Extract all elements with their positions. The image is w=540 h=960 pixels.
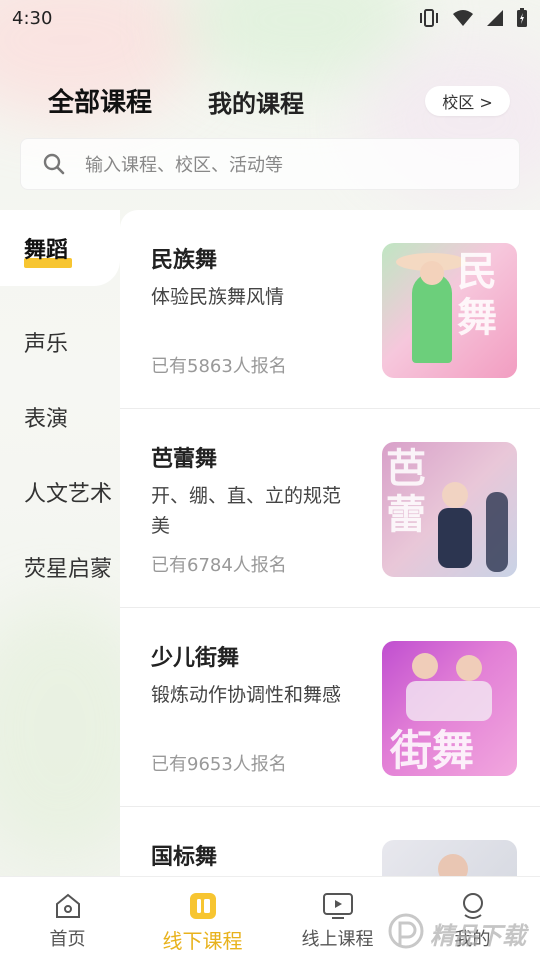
watermark-logo-icon [388, 913, 424, 949]
course-thumbnail: 民舞 [382, 243, 517, 378]
status-bar: 4:30 [0, 0, 540, 36]
course-card[interactable]: 芭蕾舞 开、绷、直、立的规范美 已有6784人报名 芭蕾 [120, 409, 540, 608]
category-sidebar: 舞蹈 声乐 表演 人文艺术 荧星启蒙 [0, 210, 120, 876]
course-card[interactable]: 少儿街舞 锻炼动作协调性和舞感 已有9653人报名 街舞 [120, 608, 540, 807]
course-card[interactable]: 国标舞 [120, 807, 540, 876]
course-desc: 开、绷、直、立的规范美 [151, 485, 342, 537]
nav-online-courses[interactable]: 线上课程 [270, 877, 405, 960]
top-tabs: 全部课程 我的课程 校区 > [0, 78, 540, 124]
sidebar-item-label: 舞蹈 [24, 238, 69, 263]
nav-label: 线下课程 [162, 929, 243, 953]
thumb-text: 芭蕾 [386, 446, 426, 538]
campus-button[interactable]: 校区 > [425, 86, 510, 116]
course-enroll-count: 已有5863人报名 [151, 356, 287, 377]
sidebar-item-humanities[interactable]: 人文艺术 [0, 476, 120, 508]
nav-label: 线上课程 [301, 929, 374, 950]
course-thumbnail: 街舞 [382, 641, 517, 776]
nav-label: 首页 [49, 929, 86, 950]
course-enroll-count: 已有9653人报名 [151, 754, 287, 775]
sidebar-item-vocal[interactable]: 声乐 [0, 326, 120, 358]
course-thumbnail: 芭蕾 [382, 442, 517, 577]
tab-my-courses[interactable]: 我的课程 [208, 84, 304, 119]
search-input[interactable]: 输入课程、校区、活动等 [20, 138, 520, 190]
course-title: 民族舞 [151, 248, 218, 273]
nav-offline-courses[interactable]: 线下课程 [135, 877, 270, 960]
sidebar-item-performance[interactable]: 表演 [0, 401, 120, 433]
tab-all-courses-label: 全部课程 [48, 88, 153, 118]
course-card[interactable]: 民族舞 体验民族舞风情 已有5863人报名 民舞 [120, 210, 540, 409]
thumb-text: 民舞 [457, 249, 497, 341]
online-course-icon [322, 893, 353, 919]
wifi-icon [453, 10, 473, 26]
battery-icon [517, 8, 527, 27]
watermark-text: 精品下载 [430, 921, 526, 950]
course-title: 芭蕾舞 [151, 447, 218, 472]
course-title: 少儿街舞 [151, 646, 240, 671]
course-enroll-count: 已有6784人报名 [151, 555, 287, 576]
course-title: 国标舞 [151, 845, 218, 870]
status-time: 4:30 [12, 7, 53, 29]
course-desc: 锻炼动作协调性和舞感 [151, 684, 342, 706]
thumb-text: 街舞 [390, 726, 475, 775]
course-thumbnail [382, 840, 517, 876]
tab-all-courses[interactable]: 全部课程 [48, 82, 152, 119]
search-icon [43, 153, 65, 175]
search-placeholder: 输入课程、校区、活动等 [85, 155, 283, 176]
signal-icon [487, 10, 503, 26]
vibrate-icon [420, 9, 438, 27]
sidebar-item-enlightenment[interactable]: 荧星启蒙 [0, 551, 120, 583]
sidebar-item-dance[interactable]: 舞蹈 [0, 210, 120, 286]
course-list: 民族舞 体验民族舞风情 已有5863人报名 民舞 芭蕾舞 开、绷、直、立的规范美… [120, 210, 540, 876]
offline-course-icon [189, 893, 216, 919]
nav-home[interactable]: 首页 [0, 877, 135, 960]
watermark: 精品下载 [386, 908, 538, 958]
course-desc: 体验民族舞风情 [151, 286, 285, 308]
home-icon [55, 893, 80, 918]
